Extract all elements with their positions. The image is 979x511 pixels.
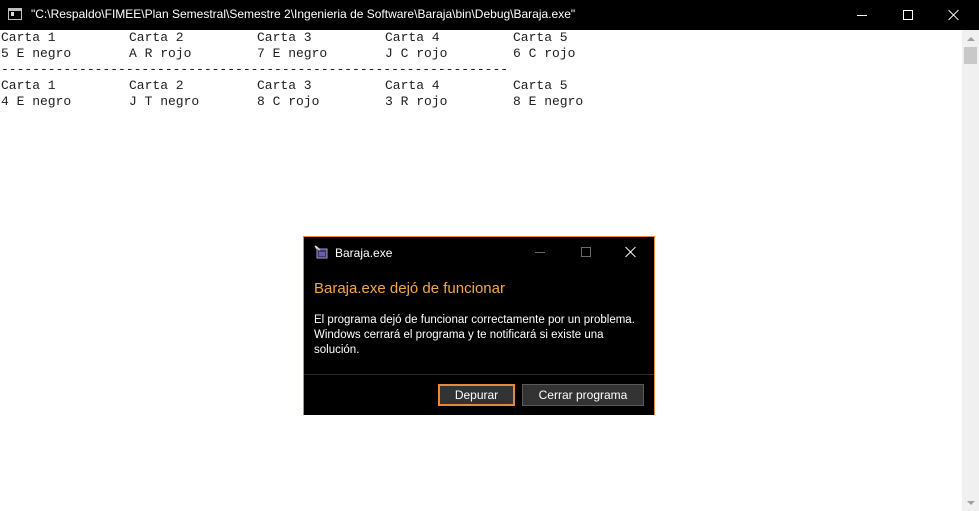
error-dialog: Baraja.exe Baraja.exe dejó de funcionar …: [303, 236, 655, 415]
dialog-close-button[interactable]: [608, 237, 654, 267]
arrow-down-icon: [966, 500, 975, 505]
maximize-icon: [903, 10, 913, 20]
round2-header-row: Carta 1 Carta 2 Carta 3 Carta 4 Carta 5: [1, 78, 568, 94]
dialog-footer: Depurar Cerrar programa: [304, 374, 654, 415]
round1-header-5: Carta 5: [513, 30, 568, 45]
debug-button[interactable]: Depurar: [438, 384, 515, 406]
scroll-thumb[interactable]: [964, 47, 977, 64]
vertical-scrollbar[interactable]: [962, 30, 979, 511]
separator-line: ----------------------------------------…: [1, 62, 509, 77]
minimize-icon: [857, 14, 867, 16]
console-app-icon: [8, 8, 22, 20]
round1-header-1: Carta 1: [1, 30, 56, 45]
console-titlebar[interactable]: "C:\Respaldo\FIMEE\Plan Semestral\Semest…: [0, 0, 979, 30]
round2-header-3: Carta 3: [257, 78, 312, 93]
dialog-titlebar[interactable]: Baraja.exe: [304, 237, 654, 267]
round1-card-4: J C rojo: [385, 46, 448, 61]
round1-header-4: Carta 4: [385, 30, 440, 45]
arrow-up-icon: [966, 36, 975, 41]
app-exe-icon: [314, 245, 328, 259]
round2-cards-row: 4 E negro J T negro 8 C rojo 3 R rojo 8 …: [1, 94, 583, 110]
console-window: "C:\Respaldo\FIMEE\Plan Semestral\Semest…: [0, 0, 979, 511]
round2-card-5: 8 E negro: [513, 94, 584, 109]
round2-card-3: 8 C rojo: [257, 94, 320, 109]
round1-header-3: Carta 3: [257, 30, 312, 45]
maximize-icon: [581, 247, 591, 257]
round1-card-2: A R rojo: [129, 46, 192, 61]
dialog-message: El programa dejó de funcionar correctame…: [314, 314, 635, 356]
dialog-title: Baraja.exe: [335, 246, 393, 260]
round1-header-2: Carta 2: [129, 30, 184, 45]
close-icon: [625, 246, 637, 258]
round1-cards-row: 5 E negro A R rojo 7 E negro J C rojo 6 …: [1, 46, 575, 62]
dialog-minimize-button: [517, 237, 563, 267]
round1-header-row: Carta 1 Carta 2 Carta 3 Carta 4 Carta 5: [1, 30, 568, 46]
round2-card-2: J T negro: [129, 94, 200, 109]
round2-card-1: 4 E negro: [1, 94, 72, 109]
close-program-button[interactable]: Cerrar programa: [522, 384, 644, 406]
dialog-maximize-button: [563, 237, 609, 267]
window-title: "C:\Respaldo\FIMEE\Plan Semestral\Semest…: [31, 7, 576, 21]
round2-header-4: Carta 4: [385, 78, 440, 93]
dialog-heading: Baraja.exe dejó de funcionar: [314, 280, 505, 297]
round2-header-2: Carta 2: [129, 78, 184, 93]
minimize-icon: [535, 251, 545, 253]
round2-header-1: Carta 1: [1, 78, 56, 93]
close-button[interactable]: [931, 0, 977, 30]
maximize-button[interactable]: [885, 0, 931, 30]
round1-card-5: 6 C rojo: [513, 46, 576, 61]
scroll-down-button[interactable]: [962, 494, 979, 511]
round1-card-3: 7 E negro: [257, 46, 328, 61]
scroll-up-button[interactable]: [962, 30, 979, 47]
round2-card-4: 3 R rojo: [385, 94, 448, 109]
round1-card-1: 5 E negro: [1, 46, 72, 61]
round2-header-5: Carta 5: [513, 78, 568, 93]
minimize-button[interactable]: [839, 0, 885, 30]
close-icon: [948, 9, 960, 21]
